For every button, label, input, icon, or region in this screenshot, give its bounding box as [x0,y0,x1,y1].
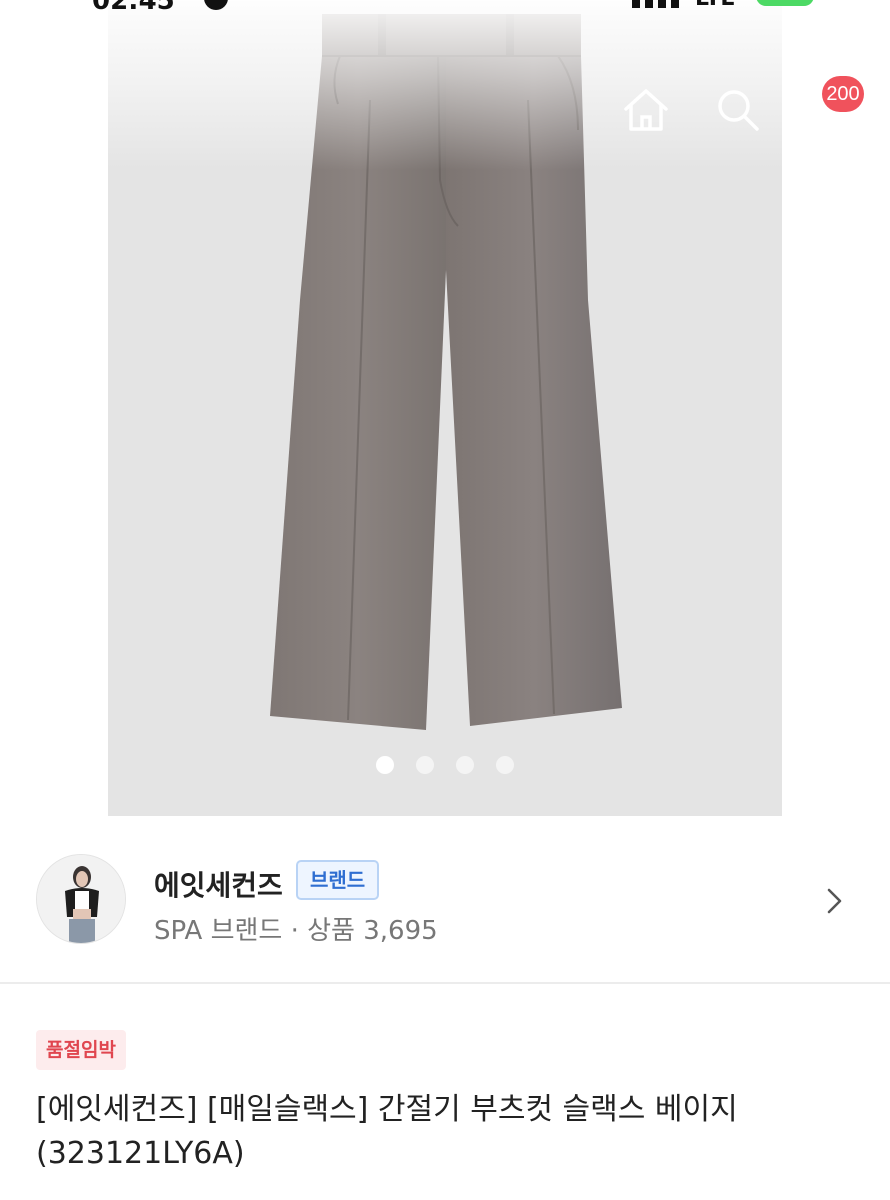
low-stock-badge: 품절임박 [36,1030,126,1070]
section-divider [0,982,890,984]
product-title: [에잇세컨즈] [매일슬랙스] 간절기 부츠컷 슬랙스 베이지 (323121L… [36,1088,836,1176]
carousel-dot[interactable] [416,756,434,774]
search-button[interactable] [710,82,766,138]
chevron-right-icon[interactable] [820,886,848,916]
network-type: LTE [695,0,735,11]
home-button[interactable] [618,82,674,138]
model-photo-icon [37,855,125,943]
carousel-dot[interactable] [496,756,514,774]
chevron-left-icon [52,89,76,133]
home-icon [624,89,668,131]
product-title-line: (323121LY6A) [36,1136,245,1171]
battery-icon [756,0,814,6]
carousel-dot[interactable] [376,756,394,774]
status-bar: 02:45 LTE [0,0,890,16]
search-icon [718,90,759,131]
recording-dot-icon [204,0,228,10]
brand-avatar[interactable] [36,854,126,944]
product-title-line: [에잇세컨즈] [매일슬랙스] 간절기 부츠컷 슬랙스 베이지 [36,1092,738,1127]
brand-tag-badge: 브랜드 [296,860,380,900]
carousel-indicator[interactable] [376,756,516,774]
brand-meta: SPA 브랜드 · 상품 3,695 [154,916,438,946]
brand-row[interactable]: 에잇세컨즈 브랜드 SPA 브랜드 · 상품 3,695 [0,816,890,984]
carousel-dot[interactable] [456,756,474,774]
brand-name[interactable]: 에잇세컨즈 [154,864,283,904]
status-time: 02:45 [92,0,175,16]
back-button[interactable] [36,82,90,140]
cart-count-badge: 200 [822,76,864,112]
signal-icon [632,0,679,8]
